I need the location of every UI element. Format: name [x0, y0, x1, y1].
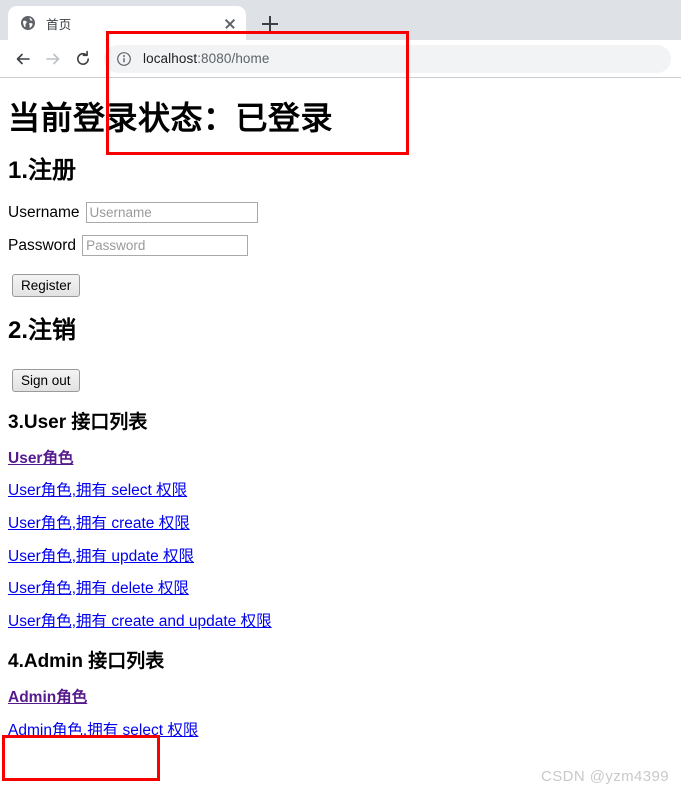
list-item: Admin角色,拥有 select 权限 — [8, 722, 673, 741]
globe-icon — [20, 15, 36, 31]
link-admin-role[interactable]: Admin角色 — [8, 689, 87, 706]
reload-icon — [77, 50, 89, 65]
reload-button[interactable] — [68, 44, 98, 74]
list-item: User角色,拥有 create and update 权限 — [8, 613, 673, 632]
address-bar[interactable]: localhost:8080/home — [104, 44, 671, 73]
link-admin-select[interactable]: Admin角色,拥有 select 权限 — [8, 722, 198, 739]
list-item: User角色,拥有 delete 权限 — [8, 580, 673, 599]
link-user-select[interactable]: User角色,拥有 select 权限 — [8, 482, 187, 499]
username-input[interactable] — [85, 202, 258, 224]
list-item: User角色,拥有 update 权限 — [8, 548, 673, 567]
close-icon[interactable] — [222, 15, 238, 31]
url-host: localhost — [143, 51, 198, 66]
link-user-role[interactable]: User角色 — [8, 450, 73, 467]
arrow-right-icon — [46, 53, 60, 64]
password-label: Password — [8, 236, 77, 254]
page-title: 当前登录状态：已登录 — [8, 100, 334, 136]
list-item: User角色 — [8, 450, 673, 469]
link-user-update[interactable]: User角色,拥有 update 权限 — [8, 548, 194, 565]
list-item: User角色,拥有 create 权限 — [8, 515, 673, 534]
page-viewport: 当前登录状态：已登录 1.注册 Username Password Regist… — [0, 78, 681, 801]
section-heading-admin-api: 4.Admin 接口列表 — [8, 651, 165, 673]
info-circle-icon[interactable] — [116, 51, 132, 67]
password-input[interactable] — [82, 235, 249, 257]
back-button[interactable] — [8, 44, 38, 74]
list-item: Admin角色 — [8, 689, 673, 708]
forward-button[interactable] — [38, 44, 68, 74]
tab-title: 首页 — [46, 17, 72, 32]
link-user-create[interactable]: User角色,拥有 create 权限 — [8, 515, 190, 532]
section-heading-signout: 2.注销 — [8, 317, 77, 345]
tab-strip: 首页 — [0, 0, 681, 40]
sign-out-button[interactable]: Sign out — [12, 368, 80, 392]
browser-tab-home[interactable]: 首页 — [8, 6, 246, 40]
page-content: 当前登录状态：已登录 1.注册 Username Password Regist… — [0, 78, 681, 740]
list-item: User角色,拥有 select 权限 — [8, 482, 673, 501]
section-heading-user-api: 3.User 接口列表 — [8, 411, 148, 433]
link-user-delete[interactable]: User角色,拥有 delete 权限 — [8, 580, 189, 597]
username-row: Username — [8, 202, 673, 224]
password-row: Password — [8, 235, 673, 257]
link-user-create-update[interactable]: User角色,拥有 create and update 权限 — [8, 613, 272, 630]
address-bar-url: localhost:8080/home — [143, 51, 270, 66]
new-tab-button[interactable] — [256, 10, 284, 38]
url-path: :8080/home — [197, 51, 270, 66]
browser-toolbar: localhost:8080/home — [0, 40, 681, 78]
watermark: CSDN @yzm4399 — [541, 768, 669, 785]
register-button[interactable]: Register — [12, 274, 81, 298]
section-heading-register: 1.注册 — [8, 156, 77, 184]
browser-chrome: 首页 localhost:8080/home — [0, 0, 681, 78]
username-label: Username — [8, 203, 80, 221]
arrow-left-icon — [16, 53, 30, 64]
